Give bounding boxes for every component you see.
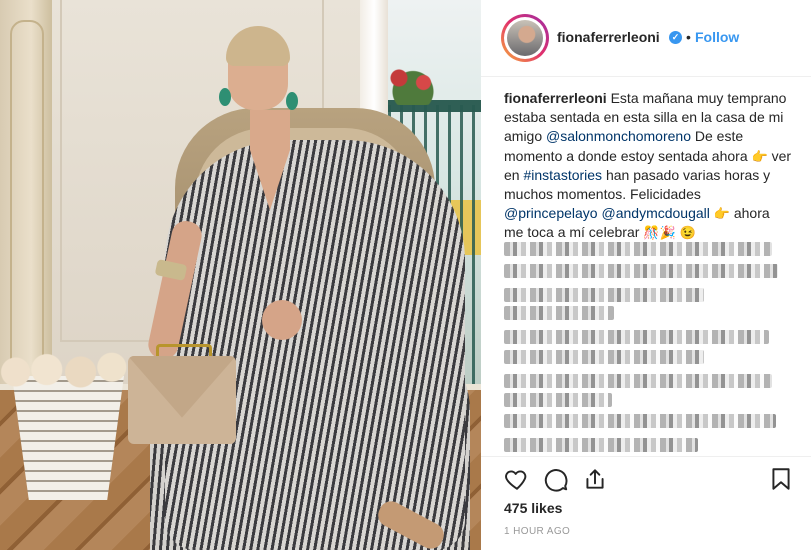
- caption-username[interactable]: fionaferrerleoni: [504, 90, 607, 106]
- caption-mention[interactable]: @princepelayo: [504, 205, 598, 221]
- comment-icon[interactable]: [543, 466, 569, 492]
- post-caption: fionaferrerleoni Esta mañana muy tempran…: [504, 89, 792, 243]
- follow-button[interactable]: Follow: [695, 29, 739, 45]
- comment-redacted: [504, 242, 772, 256]
- party-popper-emoji-icon: 🎉: [659, 225, 676, 241]
- caption-mention[interactable]: @andymcdougall: [602, 205, 710, 221]
- comment-redacted: [504, 306, 614, 320]
- comment-redacted: [504, 414, 776, 428]
- winking-face-emoji-icon: 😉: [679, 225, 696, 241]
- photo-flowers: [378, 60, 448, 105]
- share-icon[interactable]: [582, 466, 608, 492]
- comment-redacted: [504, 288, 704, 302]
- comment-redacted: [504, 374, 772, 388]
- confetti-emoji-icon: 🎊: [643, 225, 660, 241]
- post-timestamp[interactable]: 1 HOUR AGO: [504, 526, 570, 537]
- verified-badge-icon: ✓: [669, 31, 682, 44]
- comment-redacted: [504, 264, 778, 278]
- comment-redacted: [504, 438, 698, 452]
- likes-count[interactable]: 475 likes: [504, 500, 562, 516]
- post-photo[interactable]: [0, 0, 481, 550]
- pointing-hand-emoji-icon: 👉: [751, 148, 768, 164]
- comment-redacted: [504, 393, 612, 407]
- header-username[interactable]: fionaferrerleoni: [557, 29, 660, 45]
- comment-redacted: [504, 330, 769, 344]
- caption-mention[interactable]: @salonmonchomoreno: [546, 128, 691, 144]
- header-separator: •: [686, 29, 691, 45]
- comment-redacted: [504, 350, 704, 364]
- pointing-hand-emoji-icon: 👉: [713, 206, 730, 222]
- avatar-image[interactable]: [507, 20, 543, 56]
- photo-roses: [0, 348, 130, 396]
- bookmark-icon[interactable]: [768, 466, 794, 492]
- photo-hand: [262, 300, 302, 340]
- photo-earring-left: [219, 88, 231, 106]
- photo-earring-right: [286, 92, 298, 110]
- caption-hashtag[interactable]: #instastories: [523, 167, 602, 183]
- heart-icon[interactable]: [504, 466, 530, 492]
